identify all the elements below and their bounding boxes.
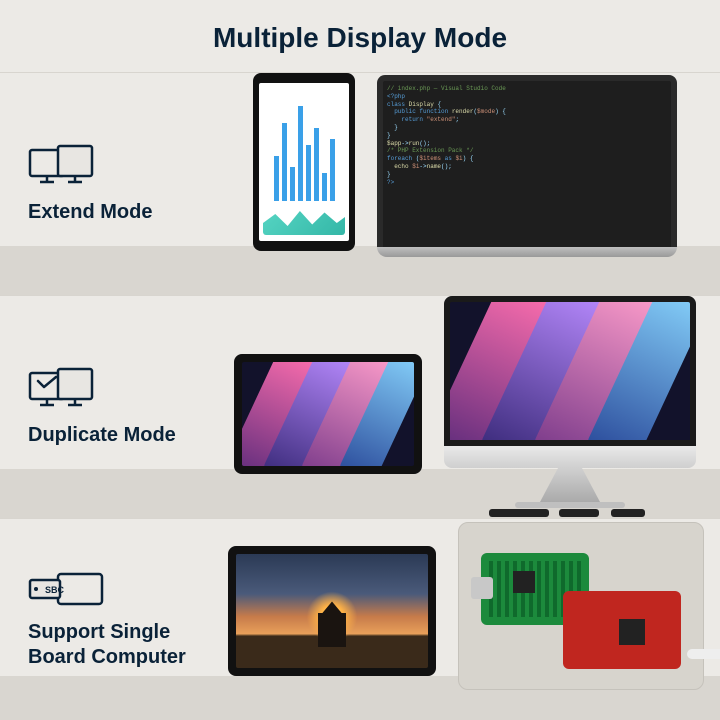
cable-icon — [611, 509, 645, 517]
code-editor: // index.php — Visual Studio Code <?php … — [377, 75, 677, 247]
chip-icon — [513, 571, 535, 593]
laptop: // index.php — Visual Studio Code <?php … — [377, 75, 677, 257]
sunset-wallpaper — [236, 554, 428, 668]
row-label: Support Single Board Computer — [28, 620, 228, 670]
label-col: SBC Support Single Board Computer — [28, 570, 228, 670]
cable-icon — [489, 509, 549, 517]
area-chart-icon — [263, 205, 345, 235]
extend-mode-icon — [28, 144, 228, 190]
page-title: Multiple Display Mode — [0, 0, 720, 72]
portable-display — [253, 73, 355, 251]
usb-port-icon — [471, 577, 493, 599]
row-extend: Extend Mode // index.php — Visual Studio… — [0, 72, 720, 295]
duplicate-mode-icon — [28, 367, 228, 413]
sbc-board — [481, 543, 681, 669]
visual-sbc — [228, 519, 704, 720]
page: Multiple Display Mode Extend Mode — [0, 0, 720, 720]
visual-extend: // index.php — Visual Studio Code <?php … — [228, 73, 702, 295]
label-col: Duplicate Mode — [28, 367, 228, 448]
label-col: Extend Mode — [28, 144, 228, 225]
row-label: Extend Mode — [28, 200, 228, 225]
portable-display — [234, 354, 422, 474]
sbc-badge-text: SBC — [45, 585, 65, 595]
display-rear — [458, 522, 704, 690]
row-duplicate: Duplicate Mode — [0, 295, 720, 518]
sbc-icon: SBC — [28, 570, 228, 610]
portable-display — [228, 546, 436, 676]
chip-icon — [619, 619, 645, 645]
cable-icon — [559, 509, 599, 517]
row-sbc: SBC Support Single Board Computer — [0, 518, 720, 720]
visual-duplicate — [228, 296, 702, 518]
row-label: Duplicate Mode — [28, 423, 228, 448]
bar-chart-icon — [263, 89, 345, 201]
power-cable-icon — [687, 649, 720, 659]
desktop-monitor — [444, 296, 696, 508]
